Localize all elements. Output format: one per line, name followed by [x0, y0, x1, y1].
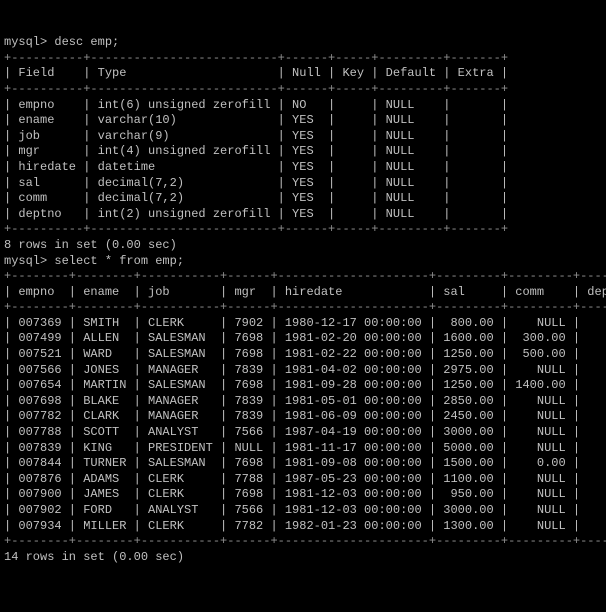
table-row: | ename | varchar(10) | YES | | NULL | | [4, 113, 602, 129]
table-row: | 007788 | SCOTT | ANALYST | 7566 | 1987… [4, 425, 602, 441]
table-row: | sal | decimal(7,2) | YES | | NULL | | [4, 176, 602, 192]
table-row: | 007902 | FORD | ANALYST | 7566 | 1981-… [4, 503, 602, 519]
table-separator: +----------+--------------------------+-… [4, 51, 602, 67]
mysql-prompt: mysql> select * from emp; [4, 254, 602, 270]
table-row: | 007934 | MILLER | CLERK | 7782 | 1982-… [4, 519, 602, 535]
table-row: | hiredate | datetime | YES | | NULL | | [4, 160, 602, 176]
result-footer: 14 rows in set (0.00 sec) [4, 550, 602, 566]
table-row: | 007654 | MARTIN | SALESMAN | 7698 | 19… [4, 378, 602, 394]
table-separator: +--------+--------+-----------+------+--… [4, 534, 602, 550]
terminal-output: mysql> desc emp;+----------+------------… [4, 35, 602, 565]
mysql-prompt: mysql> desc emp; [4, 35, 602, 51]
table-row: | 007566 | JONES | MANAGER | 7839 | 1981… [4, 363, 602, 379]
table-row: | 007876 | ADAMS | CLERK | 7788 | 1987-0… [4, 472, 602, 488]
table-separator: +--------+--------+-----------+------+--… [4, 300, 602, 316]
table-separator: +----------+--------------------------+-… [4, 82, 602, 98]
result-footer: 8 rows in set (0.00 sec) [4, 238, 602, 254]
table-separator: +----------+--------------------------+-… [4, 222, 602, 238]
table-row: | mgr | int(4) unsigned zerofill | YES |… [4, 144, 602, 160]
table-row: | 007839 | KING | PRESIDENT | NULL | 198… [4, 441, 602, 457]
table-row: | 007698 | BLAKE | MANAGER | 7839 | 1981… [4, 394, 602, 410]
table-row: | 007499 | ALLEN | SALESMAN | 7698 | 198… [4, 331, 602, 347]
table-row: | 007521 | WARD | SALESMAN | 7698 | 1981… [4, 347, 602, 363]
table-row: | 007782 | CLARK | MANAGER | 7839 | 1981… [4, 409, 602, 425]
table-row: | 007369 | SMITH | CLERK | 7902 | 1980-1… [4, 316, 602, 332]
table-header: | empno | ename | job | mgr | hiredate |… [4, 285, 602, 301]
table-row: | job | varchar(9) | YES | | NULL | | [4, 129, 602, 145]
table-separator: +--------+--------+-----------+------+--… [4, 269, 602, 285]
table-row: | comm | decimal(7,2) | YES | | NULL | | [4, 191, 602, 207]
table-row: | deptno | int(2) unsigned zerofill | YE… [4, 207, 602, 223]
table-header: | Field | Type | Null | Key | Default | … [4, 66, 602, 82]
table-row: | empno | int(6) unsigned zerofill | NO … [4, 98, 602, 114]
table-row: | 007900 | JAMES | CLERK | 7698 | 1981-1… [4, 487, 602, 503]
table-row: | 007844 | TURNER | SALESMAN | 7698 | 19… [4, 456, 602, 472]
